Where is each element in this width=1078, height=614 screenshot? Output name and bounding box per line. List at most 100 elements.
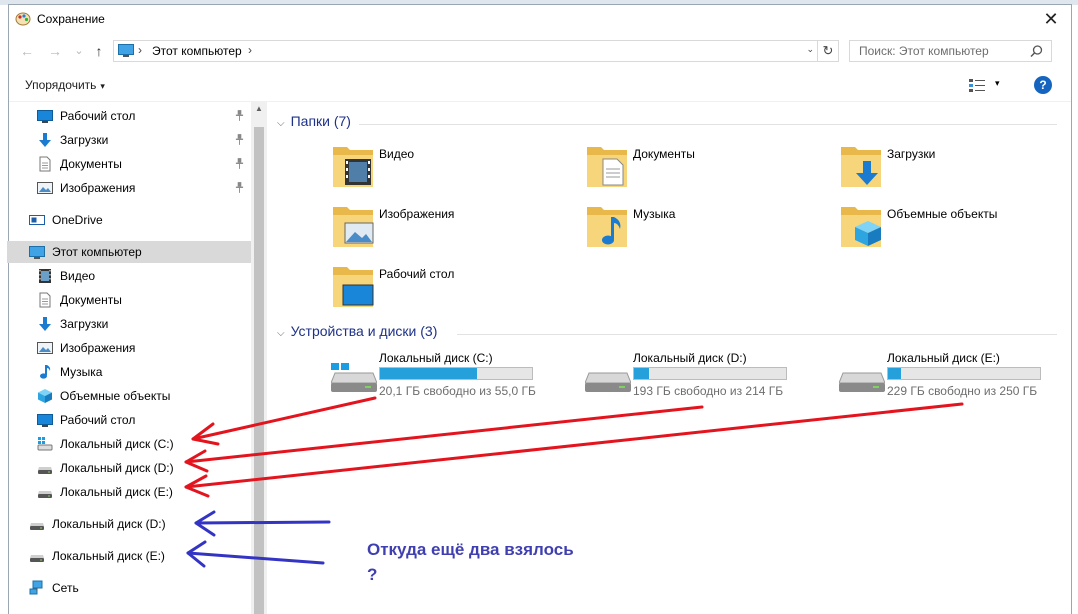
view-options-icon[interactable] bbox=[969, 79, 985, 93]
pin-icon[interactable] bbox=[235, 158, 244, 172]
music-icon bbox=[37, 364, 53, 380]
pictures-folder-icon bbox=[331, 201, 375, 249]
folder-tile[interactable]: Загрузки bbox=[839, 141, 1078, 191]
annotation-line-2: ? bbox=[367, 565, 378, 584]
folder-label: Видео bbox=[379, 147, 415, 161]
nav-item[interactable]: Загрузки bbox=[9, 313, 249, 335]
nav-item[interactable]: Музыка bbox=[9, 361, 249, 383]
folder-tile[interactable]: Музыка bbox=[585, 201, 825, 251]
folder-label: Рабочий стол bbox=[379, 267, 455, 281]
drive-icon bbox=[29, 516, 45, 532]
folder-tile[interactable]: Изображения bbox=[331, 201, 571, 251]
chevron-down-icon: ⌵ bbox=[277, 328, 285, 339]
drive-tile[interactable]: Локальный диск (D:) 193 ГБ свободно из 21… bbox=[584, 351, 825, 401]
nav-item[interactable]: OneDrive bbox=[9, 209, 249, 231]
nav-item[interactable]: Документы bbox=[9, 153, 249, 175]
nav-item-label: Локальный диск (E:) bbox=[52, 549, 165, 563]
3d-objects-folder-icon bbox=[839, 201, 883, 249]
folder-tile[interactable]: Документы bbox=[585, 141, 825, 191]
drive-usage-fill bbox=[634, 368, 649, 379]
view-dropdown-icon[interactable]: ▾ bbox=[995, 78, 1000, 89]
navigation-scrollbar[interactable]: ▲ bbox=[251, 101, 267, 614]
chevron-down-icon: ⌵ bbox=[277, 118, 285, 129]
drive-tile[interactable]: Локальный диск (E:) 229 ГБ свободно из 25… bbox=[838, 351, 1078, 401]
drive-icon bbox=[584, 363, 632, 393]
folder-label: Изображения bbox=[379, 207, 455, 221]
forward-button[interactable]: → bbox=[45, 41, 65, 61]
nav-item[interactable]: Локальный диск (D:) bbox=[9, 457, 249, 479]
up-button[interactable]: ↑ bbox=[89, 41, 109, 61]
drive-free-space: 229 ГБ свободно из 250 ГБ bbox=[887, 384, 1038, 398]
nav-item[interactable]: Этот компьютер bbox=[7, 241, 251, 263]
nav-item-label: Сеть bbox=[52, 581, 79, 595]
nav-item-label: Локальный диск (D:) bbox=[60, 461, 174, 475]
drives-group-title: Устройства и диски (3) bbox=[290, 323, 438, 339]
scroll-up-arrow-icon[interactable]: ▲ bbox=[251, 101, 267, 117]
search-input[interactable]: Поиск: Этот компьютер bbox=[849, 40, 1052, 62]
desktop-folder-icon bbox=[331, 261, 375, 309]
nav-item[interactable]: Сеть bbox=[9, 577, 249, 599]
folders-group-header[interactable]: ⌵ Папки (7) bbox=[277, 113, 351, 129]
drive-tile[interactable]: Локальный диск (C:) 20,1 ГБ свободно из 5… bbox=[330, 351, 571, 401]
folder-tile[interactable]: Рабочий стол bbox=[331, 261, 571, 311]
address-location[interactable]: Этот компьютер bbox=[152, 44, 242, 58]
close-button[interactable]: ✕ bbox=[1039, 7, 1063, 31]
address-separator: › bbox=[248, 43, 252, 57]
drive-usage-bar bbox=[633, 367, 787, 380]
network-icon bbox=[29, 580, 45, 596]
nav-item[interactable]: Рабочий стол bbox=[9, 409, 249, 431]
pin-icon[interactable] bbox=[235, 110, 244, 124]
search-placeholder: Поиск: Этот компьютер bbox=[859, 44, 989, 58]
nav-item-label: Изображения bbox=[60, 341, 136, 355]
nav-item[interactable]: Рабочий стол bbox=[9, 105, 249, 127]
downloads-icon bbox=[37, 316, 53, 332]
drive-usage-bar bbox=[887, 367, 1041, 380]
drive-label: Локальный диск (E:) bbox=[887, 351, 1000, 365]
pin-icon[interactable] bbox=[235, 134, 244, 148]
organize-button[interactable]: Упорядочить ▾ bbox=[25, 78, 105, 92]
nav-item[interactable]: Изображения bbox=[9, 177, 249, 199]
nav-item[interactable]: Объемные объекты bbox=[9, 385, 249, 407]
nav-item-label: OneDrive bbox=[52, 213, 103, 227]
organize-label: Упорядочить bbox=[25, 78, 97, 92]
pictures-icon bbox=[37, 340, 53, 356]
nav-item-label: Локальный диск (D:) bbox=[52, 517, 166, 531]
videos-folder-icon bbox=[331, 141, 375, 189]
drive-usage-fill bbox=[888, 368, 901, 379]
group-divider bbox=[359, 124, 1057, 125]
folders-group-title: Папки (7) bbox=[290, 113, 351, 129]
nav-item-label: Рабочий стол bbox=[60, 413, 136, 427]
address-dropdown-icon[interactable]: ⌄ bbox=[806, 44, 814, 55]
folder-label: Объемные объекты bbox=[887, 207, 998, 221]
music-folder-icon bbox=[585, 201, 629, 249]
nav-item[interactable]: Локальный диск (E:) bbox=[9, 481, 249, 503]
annotation-question: Откуда ещё два взялось ? bbox=[367, 537, 574, 587]
nav-item-label: Изображения bbox=[60, 181, 136, 195]
nav-item[interactable]: Локальный диск (E:) bbox=[9, 545, 249, 567]
navigation-pane: Рабочий стол Загрузки Документы Изображения… bbox=[7, 101, 267, 614]
folder-tile[interactable]: Объемные объекты bbox=[839, 201, 1078, 251]
window-title: Сохранение bbox=[37, 12, 105, 26]
help-button[interactable]: ? bbox=[1034, 76, 1052, 94]
nav-item[interactable]: Документы bbox=[9, 289, 249, 311]
folder-label: Музыка bbox=[633, 207, 676, 221]
search-icon bbox=[1030, 45, 1043, 58]
chevron-down-icon: ▾ bbox=[100, 81, 105, 91]
nav-item[interactable]: Локальный диск (D:) bbox=[9, 513, 249, 535]
this-pc-icon bbox=[118, 44, 134, 57]
nav-item-label: Документы bbox=[60, 293, 122, 307]
scroll-thumb[interactable] bbox=[254, 127, 264, 614]
windows-drive-icon bbox=[37, 436, 53, 452]
nav-item[interactable]: Видео bbox=[9, 265, 249, 287]
back-button[interactable]: ← bbox=[17, 41, 37, 61]
recent-locations-button[interactable]: ⌄ bbox=[69, 41, 89, 61]
refresh-button[interactable]: ↻ bbox=[817, 41, 838, 61]
pin-icon[interactable] bbox=[235, 182, 244, 196]
nav-item[interactable]: Загрузки bbox=[9, 129, 249, 151]
drives-group-header[interactable]: ⌵ Устройства и диски (3) bbox=[277, 323, 437, 339]
folder-tile[interactable]: Видео bbox=[331, 141, 571, 191]
videos-icon bbox=[37, 268, 53, 284]
nav-item[interactable]: Локальный диск (C:) bbox=[9, 433, 249, 455]
address-bar[interactable]: › Этот компьютер › ⌄ ↻ bbox=[113, 40, 839, 62]
nav-item[interactable]: Изображения bbox=[9, 337, 249, 359]
